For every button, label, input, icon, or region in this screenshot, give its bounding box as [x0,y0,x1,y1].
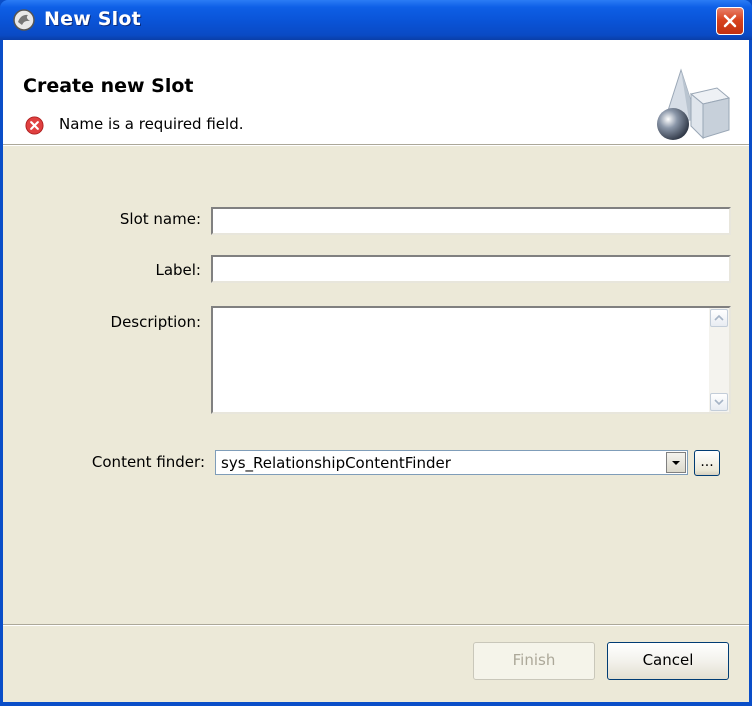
browse-button[interactable]: ... [694,450,720,476]
window-title: New Slot [44,8,141,30]
scroll-down-button[interactable] [710,393,728,411]
content-finder-select[interactable]: sys_RelationshipContentFinder [215,450,688,475]
description-label: Description: [110,313,201,331]
scroll-up-button[interactable] [710,309,728,327]
label-field-label: Label: [155,261,201,279]
dialog-client-area: Create new Slot Name is a required field… [3,40,749,702]
header-divider-highlight [3,145,749,146]
description-scrollbar[interactable] [709,308,729,412]
shapes-wizard-icon [657,68,731,140]
wizard-header: Create new Slot Name is a required field… [3,40,749,144]
close-button[interactable] [716,7,744,35]
content-finder-value: sys_RelationshipContentFinder [221,454,451,472]
error-message: Name is a required field. [59,115,244,133]
label-input[interactable] [211,255,731,283]
error-icon [25,116,44,135]
new-slot-dialog: New Slot Create new Slot Name is a requi… [0,0,752,706]
description-textarea[interactable] [211,306,731,414]
dropdown-arrow-icon [672,461,680,465]
footer-divider-highlight [3,625,749,626]
slot-name-label: Slot name: [119,210,201,228]
dropdown-button[interactable] [666,452,686,473]
slot-name-input[interactable] [211,207,731,235]
chevron-down-icon [714,399,724,406]
chevron-up-icon [714,314,724,321]
wizard-app-icon [13,9,35,31]
title-bar[interactable]: New Slot [0,0,752,40]
cancel-button[interactable]: Cancel [607,642,729,680]
close-x-icon [723,14,737,28]
content-finder-label: Content finder: [91,453,205,471]
page-title: Create new Slot [23,75,194,97]
finish-button[interactable]: Finish [473,642,595,680]
